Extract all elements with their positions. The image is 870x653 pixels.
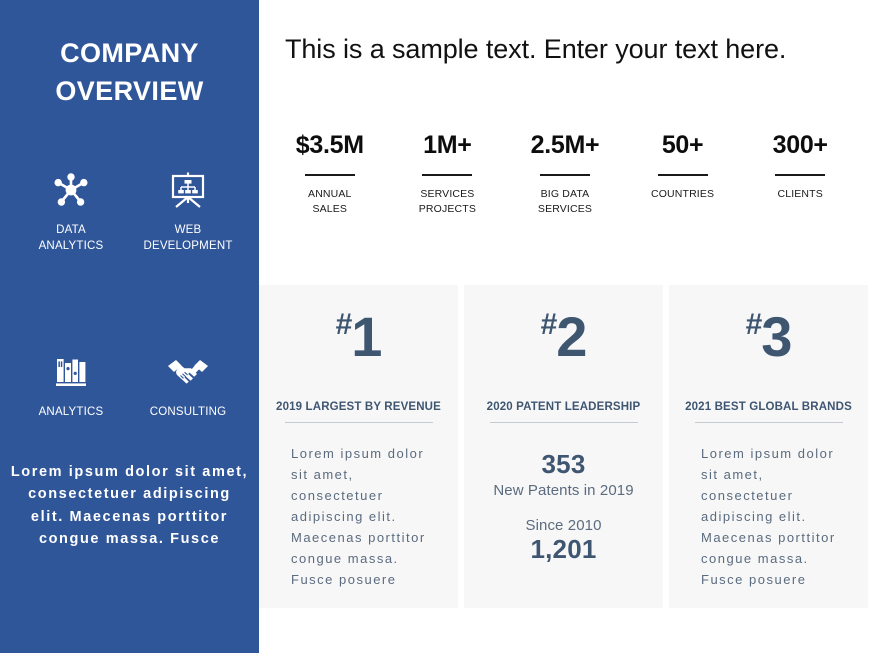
stat-divider: [304, 174, 355, 176]
books-shelf-icon: [13, 350, 130, 394]
stat-item: 1M+ SERVICES PROJECTS: [389, 131, 507, 217]
rank-number: #2: [480, 309, 647, 365]
stat-divider: [657, 174, 708, 176]
card-title: 2021 BEST GLOBAL BRANDS: [685, 401, 852, 413]
service-label-web-development: WEB DEVELOPMENT: [130, 223, 247, 254]
service-label-line2: DEVELOPMENT: [143, 239, 233, 252]
stat-label: COUNTRIES: [624, 187, 742, 202]
stat-divider: [422, 174, 473, 176]
stat-value: 2.5M+: [530, 131, 600, 159]
rank-digit: 1: [351, 305, 382, 368]
stat-label: SERVICES PROJECTS: [389, 187, 507, 217]
handshake-icon: [130, 350, 247, 394]
stat-label: CLIENTS: [741, 187, 859, 202]
rank-number: #1: [275, 309, 442, 365]
stat-item: 50+ COUNTRIES: [624, 131, 742, 217]
ranking-card[interactable]: #2 2020 PATENT LEADERSHIP 353 New Patent…: [464, 285, 663, 608]
service-label-consulting: CONSULTING: [130, 405, 247, 421]
service-label-line1: DATA: [56, 224, 86, 236]
ranking-card[interactable]: #3 2021 BEST GLOBAL BRANDS Lorem ipsum d…: [669, 285, 868, 608]
headline: This is a sample text. Enter your text h…: [285, 34, 787, 64]
card-stat-caption: Since 2010: [525, 517, 602, 535]
main-content: This is a sample text. Enter your text h…: [259, 0, 870, 653]
stat-value: $3.5M: [295, 131, 364, 159]
sidebar: COMPANY OVERVIEW DATA ANALYTICS WEB DEVE…: [0, 0, 259, 653]
stat-label-line1: ANNUAL: [308, 187, 352, 200]
hash-symbol: #: [540, 308, 558, 341]
rank-digit: 2: [556, 305, 587, 368]
card-title: 2019 LARGEST BY REVENUE: [276, 401, 441, 413]
stat-divider: [775, 174, 826, 176]
hash-symbol: #: [745, 308, 763, 341]
service-icon-grid: DATA ANALYTICS WEB DEVELOPMENT ANALYTICS…: [0, 168, 259, 421]
stat-label-line1: CLIENTS: [777, 187, 823, 200]
stat-value: 300+: [772, 131, 828, 159]
card-stat-primary: 353 New Patents in 2019: [480, 449, 647, 499]
card-stat-caption: New Patents in 2019: [493, 482, 634, 500]
service-label-line1: WEB: [174, 224, 202, 236]
service-icon-row-2: ANALYTICS CONSULTING: [0, 350, 259, 421]
card-body-text: Lorem ipsum dolor sit amet, consectetuer…: [291, 446, 426, 588]
card-divider: [284, 422, 433, 423]
stats-row: $3.5M ANNUAL SALES 1M+ SERVICES PROJECTS…: [271, 131, 859, 217]
card-stat-number: 1,201: [530, 534, 597, 565]
service-icon-row-1: DATA ANALYTICS WEB DEVELOPMENT: [0, 168, 259, 254]
rank-number: #3: [685, 309, 852, 365]
service-label-line1: ANALYTICS: [38, 406, 104, 419]
stat-item: $3.5M ANNUAL SALES: [271, 131, 389, 217]
stat-label: ANNUAL SALES: [271, 187, 389, 217]
stat-divider: [539, 174, 590, 176]
stat-label-line2: PROJECTS: [418, 202, 476, 215]
card-body-text: Lorem ipsum dolor sit amet, consectetuer…: [701, 446, 836, 588]
service-label-data-analytics: DATA ANALYTICS: [13, 223, 130, 254]
service-label-analytics: ANALYTICS: [13, 405, 130, 421]
service-item-analytics[interactable]: ANALYTICS: [13, 350, 130, 421]
stat-label-line1: SERVICES: [420, 187, 475, 200]
card-divider: [694, 422, 843, 423]
rank-digit: 3: [761, 305, 792, 368]
stat-value: 1M+: [423, 131, 472, 159]
page-title-line2: OVERVIEW: [55, 76, 204, 107]
ranking-cards: #1 2019 LARGEST BY REVENUE Lorem ipsum d…: [259, 285, 870, 608]
card-divider: [489, 422, 638, 423]
card-stat-number: 353: [541, 449, 586, 479]
service-item-web-development[interactable]: WEB DEVELOPMENT: [130, 168, 247, 254]
card-title: 2020 PATENT LEADERSHIP: [486, 401, 641, 413]
stat-label-line1: BIG DATA: [540, 187, 590, 200]
ranking-card[interactable]: #1 2019 LARGEST BY REVENUE Lorem ipsum d…: [259, 285, 458, 608]
stat-label-line2: SALES: [312, 202, 348, 215]
stat-item: 300+ CLIENTS: [741, 131, 859, 217]
page-title-line1: COMPANY: [60, 38, 199, 68]
service-item-consulting[interactable]: CONSULTING: [130, 350, 247, 421]
network-hub-icon: [13, 168, 130, 212]
stat-label: BIG DATA SERVICES: [506, 187, 624, 217]
sidebar-description: Lorem ipsum dolor sit amet, consectetuer…: [10, 464, 249, 548]
slide-canvas: COMPANY OVERVIEW DATA ANALYTICS WEB DEVE…: [0, 0, 870, 653]
stat-label-line2: SERVICES: [537, 202, 593, 215]
service-label-line1: CONSULTING: [149, 406, 227, 419]
service-item-data-analytics[interactable]: DATA ANALYTICS: [13, 168, 130, 254]
card-stat-secondary: Since 2010 1,201: [480, 517, 647, 565]
hash-symbol: #: [335, 308, 353, 341]
page-title: COMPANY OVERVIEW: [0, 0, 259, 111]
stat-item: 2.5M+ BIG DATA SERVICES: [506, 131, 624, 217]
stat-value: 50+: [661, 131, 704, 159]
service-label-line2: ANALYTICS: [38, 239, 104, 252]
stat-label-line1: COUNTRIES: [650, 187, 715, 200]
presentation-board-icon: [130, 168, 247, 212]
